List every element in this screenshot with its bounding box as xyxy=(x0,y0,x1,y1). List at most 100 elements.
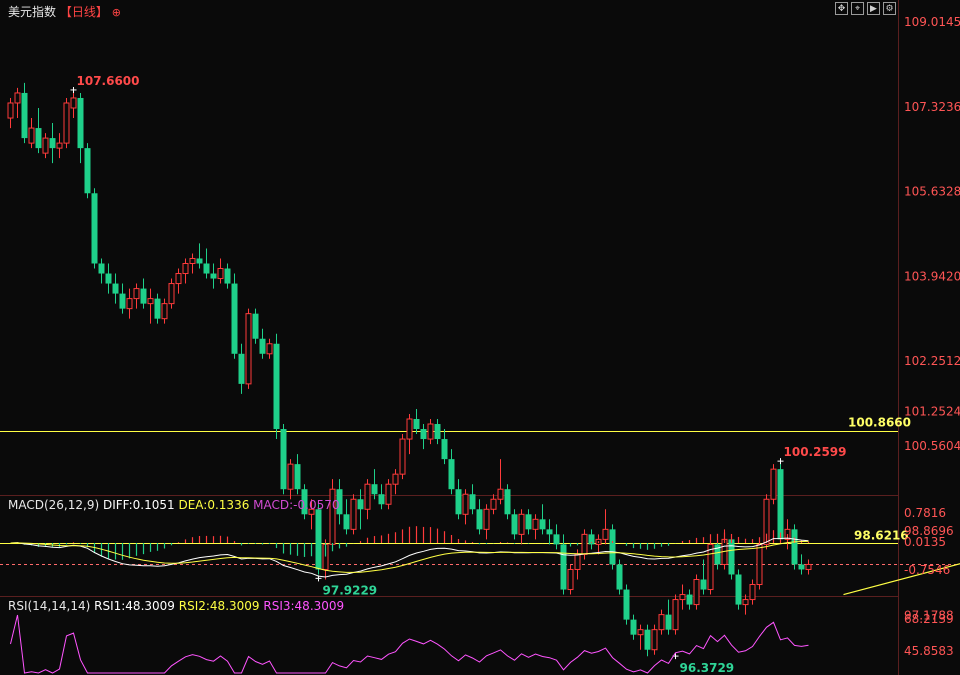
candle-body xyxy=(294,464,301,490)
candle xyxy=(756,539,763,590)
candle-body xyxy=(567,568,574,591)
candle-body xyxy=(112,283,119,294)
candle-body xyxy=(49,138,56,149)
rsi3-value: RSI3:48.3009 xyxy=(263,599,345,613)
candle-body xyxy=(497,488,504,500)
candle-body xyxy=(672,599,679,631)
candle-body xyxy=(679,594,686,601)
candle-body xyxy=(14,92,21,104)
candle-body xyxy=(273,343,280,430)
candle-body xyxy=(84,148,91,194)
candle-body xyxy=(357,499,364,510)
candle-body xyxy=(203,263,210,274)
candle-body xyxy=(343,514,350,530)
candle-body xyxy=(448,459,455,490)
candle-body xyxy=(287,463,294,490)
candle xyxy=(231,273,238,359)
candle xyxy=(672,594,679,635)
macd-tick-label: 0.0135 xyxy=(904,535,946,549)
candle-body xyxy=(133,288,140,300)
price-tick-label: 107.3236 xyxy=(904,100,960,114)
candle xyxy=(504,484,511,520)
candle-body xyxy=(28,127,35,144)
candle xyxy=(609,524,616,570)
dollar-index-chart: 107.6600 97.9229 96.3729 100.2599 100.8660 98… xyxy=(0,0,960,675)
candle-body xyxy=(140,288,147,304)
candle-body xyxy=(770,468,777,500)
macd-tick-label: -0.7546 xyxy=(904,563,950,577)
candle-body xyxy=(406,418,413,440)
rsi-header: RSI(14,14,14) RSI1:48.3009 RSI2:48.3009 … xyxy=(8,599,344,613)
candle-body xyxy=(462,493,469,515)
candle-body xyxy=(441,439,448,460)
candle-body xyxy=(742,599,749,606)
candle-body xyxy=(756,543,763,586)
candle-body xyxy=(210,273,217,279)
candle-body xyxy=(259,338,266,354)
candle-body xyxy=(539,519,546,530)
candle-body xyxy=(371,484,378,495)
price-tick-label: 105.6328 xyxy=(904,185,960,199)
settings-icon[interactable]: ⚙ xyxy=(883,2,896,15)
candle-body xyxy=(707,543,714,591)
candle xyxy=(616,559,623,595)
macd-macd-value: MACD:-0.0570 xyxy=(253,498,340,512)
candle xyxy=(91,188,98,269)
candle xyxy=(399,434,406,480)
candle xyxy=(770,464,777,505)
candle-body xyxy=(490,498,497,510)
crosshair-icon[interactable]: ⌖ xyxy=(851,2,864,15)
candle-body xyxy=(364,483,371,510)
low2-annotation: 96.3729 xyxy=(680,661,735,675)
candle-body xyxy=(434,424,441,440)
candle-body xyxy=(805,563,812,570)
candle-body xyxy=(126,298,133,310)
candle-body xyxy=(21,92,28,139)
price-extra-label: 101.2524 xyxy=(904,404,960,418)
candle-body xyxy=(280,429,287,490)
candle xyxy=(84,143,91,199)
candle-body xyxy=(105,273,112,284)
candle-body xyxy=(7,102,14,119)
candle-body xyxy=(511,514,518,535)
macd-dea-value: DEA:0.1336 xyxy=(178,498,250,512)
high-annotation: 107.6600 xyxy=(77,74,140,88)
candle-body xyxy=(686,594,693,605)
candle-body xyxy=(196,258,203,264)
candle-body xyxy=(63,102,70,144)
move-icon[interactable]: ✥ xyxy=(835,2,848,15)
candle-body xyxy=(455,489,462,515)
candle-body xyxy=(623,589,630,620)
candle xyxy=(791,524,798,570)
candle-body xyxy=(224,268,231,284)
candle-body xyxy=(252,313,259,339)
rsi-tick-label: 45.8583 xyxy=(904,644,954,658)
candle-body xyxy=(609,529,616,565)
candle-body xyxy=(350,498,357,530)
candle-body xyxy=(700,579,707,590)
candle-body xyxy=(532,518,539,530)
candle-body xyxy=(651,629,658,651)
period-label[interactable]: 【日线】 xyxy=(60,5,108,19)
candle-body xyxy=(476,509,483,530)
play-icon[interactable]: ▶ xyxy=(867,2,880,15)
candle-body xyxy=(518,513,525,535)
rsi-title: RSI(14,14,14) xyxy=(8,599,91,613)
candle-body xyxy=(616,564,623,590)
candle-body xyxy=(91,193,98,264)
zoom-in-icon[interactable]: ⊕ xyxy=(112,6,121,19)
candle-body xyxy=(392,473,399,485)
candle-body xyxy=(791,529,798,565)
candle xyxy=(350,494,357,535)
candle xyxy=(623,584,630,625)
candle-body xyxy=(42,137,49,154)
candle-body xyxy=(637,629,644,636)
rsi2-value: RSI2:48.3009 xyxy=(178,599,260,613)
candle-body xyxy=(315,509,322,570)
candle-body xyxy=(735,574,742,605)
candle-body xyxy=(798,564,805,570)
candle-body xyxy=(385,483,392,505)
candle xyxy=(245,308,252,389)
candle-body xyxy=(427,423,434,440)
instrument-title: 美元指数 xyxy=(8,5,57,19)
